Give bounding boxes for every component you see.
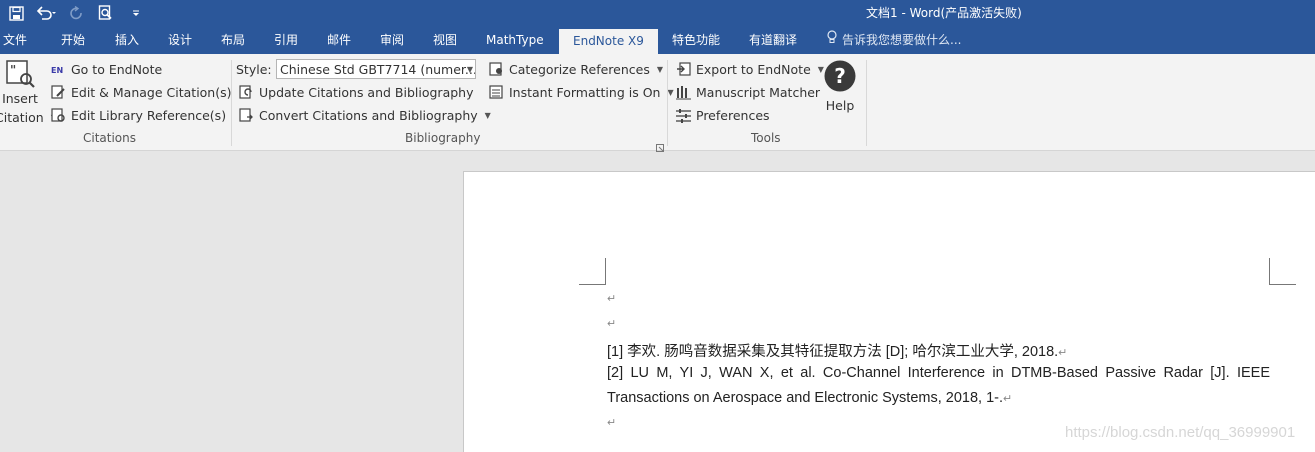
paragraph-mark: ↵ [1003,393,1013,405]
style-select[interactable]: Chinese Std GBT7714 (numer... ▼ [276,59,476,79]
go-to-endnote-label: Go to EndNote [71,61,163,77]
instant-formatting-label: Instant Formatting is On [509,84,661,100]
insert-citation-dropdown[interactable]: Citation▼ [0,107,57,127]
export-to-endnote-button[interactable]: Export to EndNote ▼ [676,59,824,79]
categorize-references-button[interactable]: Categorize References ▼ [489,59,663,79]
tab-youdao-translate[interactable]: 有道翻译 [749,26,797,54]
endnote-icon: EN [51,62,66,77]
tab-home[interactable]: 开始 [61,26,85,54]
convert-icon [239,107,254,123]
tab-file[interactable]: 文件 [3,26,27,54]
quick-access-toolbar [6,2,146,24]
edit-citation-icon [51,84,66,100]
export-to-endnote-label: Export to EndNote [696,61,811,77]
reference-1[interactable]: [1] 李欢. 肠鸣音数据采集及其特征提取方法 [D]; 哈尔滨工业大学, 20… [607,340,1067,361]
categorize-icon [489,61,504,77]
group-divider [866,60,867,146]
tab-special-features[interactable]: 特色功能 [672,26,720,54]
edit-library-references-label: Edit Library Reference(s) [71,107,227,123]
edit-manage-citations-button[interactable]: Edit & Manage Citation(s) [51,82,232,102]
window-title: 文档1 - Word(产品激活失败) [866,6,1022,20]
tab-view[interactable]: 视图 [433,26,457,54]
tab-references[interactable]: 引用 [274,26,298,54]
insert-citation-icon: " [4,58,36,93]
categorize-references-label: Categorize References [509,61,650,77]
style-label: Style: [236,61,272,77]
paragraph-mark: ↵ [607,318,617,330]
manuscript-matcher-button[interactable]: Manuscript Matcher [676,82,820,102]
update-icon [239,84,254,100]
preferences-label: Preferences [696,107,770,123]
title-bar: 文档1 - Word(产品激活失败) [0,0,1315,26]
help-button[interactable]: ? Help [821,60,859,113]
help-icon: ? [824,60,856,95]
print-preview-icon[interactable] [96,3,116,23]
tab-layout[interactable]: 布局 [221,26,245,54]
chevron-down-icon: ▼ [667,87,674,97]
customize-qat-icon[interactable] [126,3,146,23]
tell-me-text: 告诉我您想要做什么... [842,33,962,47]
crop-mark-right [1269,258,1296,285]
paragraph-mark: ↵ [607,417,617,429]
convert-citations-button[interactable]: Convert Citations and Bibliography ▼ [239,105,491,125]
tab-mailings[interactable]: 邮件 [327,26,351,54]
manuscript-matcher-icon [676,85,691,100]
help-label: Help [825,98,855,113]
ribbon: " Insert Citation▼ EN Go to EndNote Edit… [0,54,1315,152]
tab-review[interactable]: 审阅 [380,26,404,54]
update-citations-label: Update Citations and Bibliography [259,84,474,100]
tell-me-search[interactable]: 告诉我您想要做什么... [826,26,961,54]
go-to-endnote-button[interactable]: EN Go to EndNote [51,59,162,79]
style-select-value: Chinese Std GBT7714 (numer... [280,62,476,77]
svg-text:EN: EN [51,66,63,75]
ribbon-tabs: 文件 开始 插入 设计 布局 引用 邮件 审阅 视图 MathType EndN… [0,26,1315,54]
convert-citations-label: Convert Citations and Bibliography [259,107,478,123]
paragraph-mark: ↵ [1058,347,1068,359]
update-citations-button[interactable]: Update Citations and Bibliography [239,82,474,102]
tab-insert[interactable]: 插入 [115,26,139,54]
reference-1-text: [1] 李欢. 肠鸣音数据采集及其特征提取方法 [D]; 哈尔滨工业大学, 20… [607,344,1059,360]
dialog-launcher-icon[interactable] [656,137,664,156]
reference-2-line-2-text: Transactions on Aerospace and Electronic… [607,390,1004,406]
redo-icon[interactable] [66,3,86,23]
document-page[interactable]: ↵ ↵ [1] 李欢. 肠鸣音数据采集及其特征提取方法 [D]; 哈尔滨工业大学… [463,171,1315,452]
insert-citation-label-1: Insert [2,91,38,106]
edit-library-references-button[interactable]: Edit Library Reference(s) [51,105,226,125]
sliders-icon [676,108,691,123]
reference-2-line-2[interactable]: Transactions on Aerospace and Electronic… [607,390,1012,406]
group-divider [231,60,232,146]
export-icon [676,61,691,77]
chevron-down-icon: ▼ [466,65,473,74]
insert-citation-button[interactable]: " Insert [0,58,40,106]
citations-group-label: Citations [83,131,137,145]
preferences-button[interactable]: Preferences [676,105,770,125]
crop-mark-left [579,258,606,285]
lightbulb-icon [826,26,838,54]
tab-endnote[interactable]: EndNote X9 [559,29,658,54]
instant-formatting-button[interactable]: Instant Formatting is On ▼ [489,82,674,102]
instant-formatting-icon [489,84,504,100]
watermark: https://blog.csdn.net/qq_36999901 [1065,424,1296,441]
save-icon[interactable] [6,3,26,23]
insert-citation-label-2: Citation [0,109,44,125]
tab-mathtype[interactable]: MathType [486,26,544,54]
tools-group-label: Tools [751,131,781,145]
chevron-down-icon: ▼ [484,110,491,120]
svg-text:?: ? [834,64,846,88]
group-divider [667,60,668,146]
chevron-down-icon: ▼ [656,64,664,74]
bibliography-group-label: Bibliography [405,131,481,145]
reference-2-line-1[interactable]: [2] LU M, YI J, WAN X, et al. Co-Channel… [607,365,1270,381]
tab-design[interactable]: 设计 [168,26,192,54]
manuscript-matcher-label: Manuscript Matcher [696,84,821,100]
svg-text:": " [10,63,16,77]
paragraph-mark: ↵ [607,293,617,305]
edit-library-icon [51,107,66,123]
undo-icon[interactable] [36,3,56,23]
edit-manage-citations-label: Edit & Manage Citation(s) [71,84,232,100]
